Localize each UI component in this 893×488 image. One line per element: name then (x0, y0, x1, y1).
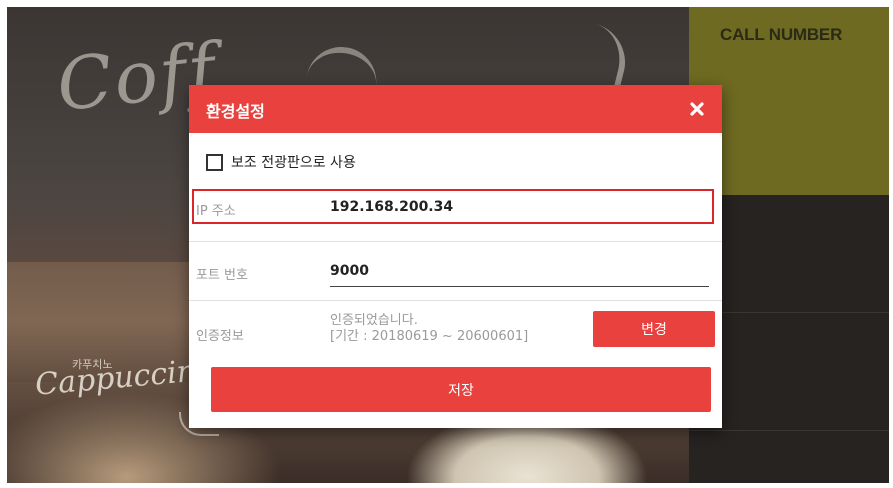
divider (189, 241, 722, 242)
kiosk-screen: Coff 카푸치노 Cappuccino CALL NUMBER 환경설정 보조… (7, 7, 889, 483)
auth-info-label: 인증정보 (196, 329, 244, 344)
auth-info-row: 인증정보 인증되었습니다. [기간 : 20180619 ~ 20600601]… (189, 307, 722, 347)
port-number-input[interactable]: 9000 (330, 263, 369, 279)
ip-address-row: IP 주소 192.168.200.34 (189, 189, 722, 229)
secondary-display-checkbox[interactable] (206, 153, 223, 171)
save-button[interactable]: 저장 (211, 367, 711, 412)
call-number-title: CALL NUMBER (720, 25, 843, 44)
port-number-underline (330, 286, 709, 287)
settings-dialog: 환경설정 보조 전광판으로 사용 IP 주소 192.168.200.34 포트… (189, 85, 722, 428)
ip-address-label: IP 주소 (196, 204, 236, 219)
dialog-header: 환경설정 (189, 85, 722, 133)
auth-period: [기간 : 20180619 ~ 20600601] (330, 329, 529, 344)
port-number-row: 포트 번호 9000 (189, 252, 722, 292)
port-number-label: 포트 번호 (196, 268, 248, 283)
ip-address-input[interactable]: 192.168.200.34 (330, 199, 453, 215)
secondary-display-option[interactable]: 보조 전광판으로 사용 (206, 151, 356, 173)
secondary-display-label: 보조 전광판으로 사용 (231, 155, 356, 171)
auth-status-message: 인증되었습니다. (330, 313, 418, 328)
close-icon[interactable] (685, 97, 709, 121)
change-auth-button[interactable]: 변경 (593, 311, 715, 347)
divider (189, 300, 722, 301)
dialog-title: 환경설정 (206, 102, 265, 121)
auth-status-text: 인증되었습니다. [기간 : 20180619 ~ 20600601] (330, 313, 528, 345)
